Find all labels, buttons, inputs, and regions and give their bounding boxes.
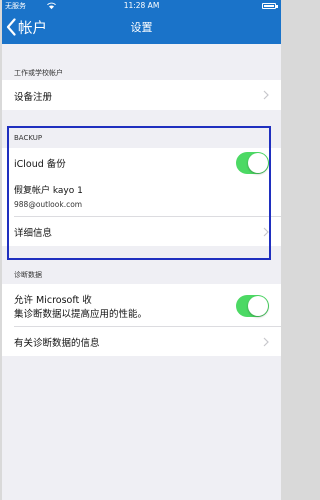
- account-info-row: 假复帐户 kayo 1 988@outlook.com: [2, 178, 281, 216]
- allow-diagnostics-label-line2: 集诊断数据以提高应用的性能。: [14, 309, 148, 320]
- icloud-backup-toggle[interactable]: [236, 152, 269, 174]
- details-row[interactable]: 详细信息: [2, 217, 281, 246]
- battery-icon: [262, 3, 276, 9]
- details-label: 详细信息: [14, 228, 53, 239]
- chevron-right-icon: [263, 90, 269, 100]
- account-email: 988@outlook.com: [14, 200, 83, 209]
- diagnostics-group: 允许 Microsoft 收 集诊断数据以提高应用的性能。 有关诊断数据的信息: [2, 284, 281, 356]
- battery-tip: [276, 5, 278, 8]
- work-group: 设备注册: [2, 80, 281, 110]
- settings-screen: 无服务 11:28 AM 帐户 设置 工作或学校帐户 设备注册 BACKUP i…: [2, 0, 281, 500]
- icloud-backup-label: iCloud 备份: [14, 159, 66, 170]
- toggle-knob: [248, 153, 268, 173]
- top-bar: 无服务 11:28 AM 帐户 设置: [2, 0, 281, 44]
- diagnostics-info-row[interactable]: 有关诊断数据的信息: [2, 327, 281, 356]
- chevron-right-icon: [263, 337, 269, 347]
- section-header-backup: BACKUP: [14, 134, 43, 142]
- section-header-diagnostics: 诊断数据: [14, 271, 42, 279]
- section-header-work: 工作或学校帐户: [14, 69, 63, 77]
- page-title: 设置: [130, 21, 153, 34]
- status-time: 11:28 AM: [123, 1, 160, 10]
- allow-diagnostics-toggle[interactable]: [236, 295, 269, 317]
- device-registration-label: 设备注册: [14, 92, 53, 103]
- chevron-right-icon: [263, 227, 269, 237]
- device-registration-row[interactable]: 设备注册: [2, 80, 281, 110]
- account-name: 假复帐户 kayo 1: [14, 186, 83, 196]
- icloud-backup-row: iCloud 备份: [2, 148, 281, 178]
- diagnostics-info-label: 有关诊断数据的信息: [14, 338, 100, 349]
- toggle-knob: [248, 296, 268, 316]
- backup-group: iCloud 备份 假复帐户 kayo 1 988@outlook.com 详细…: [2, 148, 281, 246]
- allow-diagnostics-label-line1: 允许 Microsoft 收: [14, 295, 92, 306]
- nav-bar: 帐户 设置: [2, 12, 281, 44]
- status-bar: 无服务 11:28 AM: [2, 0, 281, 12]
- allow-diagnostics-row: 允许 Microsoft 收 集诊断数据以提高应用的性能。: [2, 284, 281, 326]
